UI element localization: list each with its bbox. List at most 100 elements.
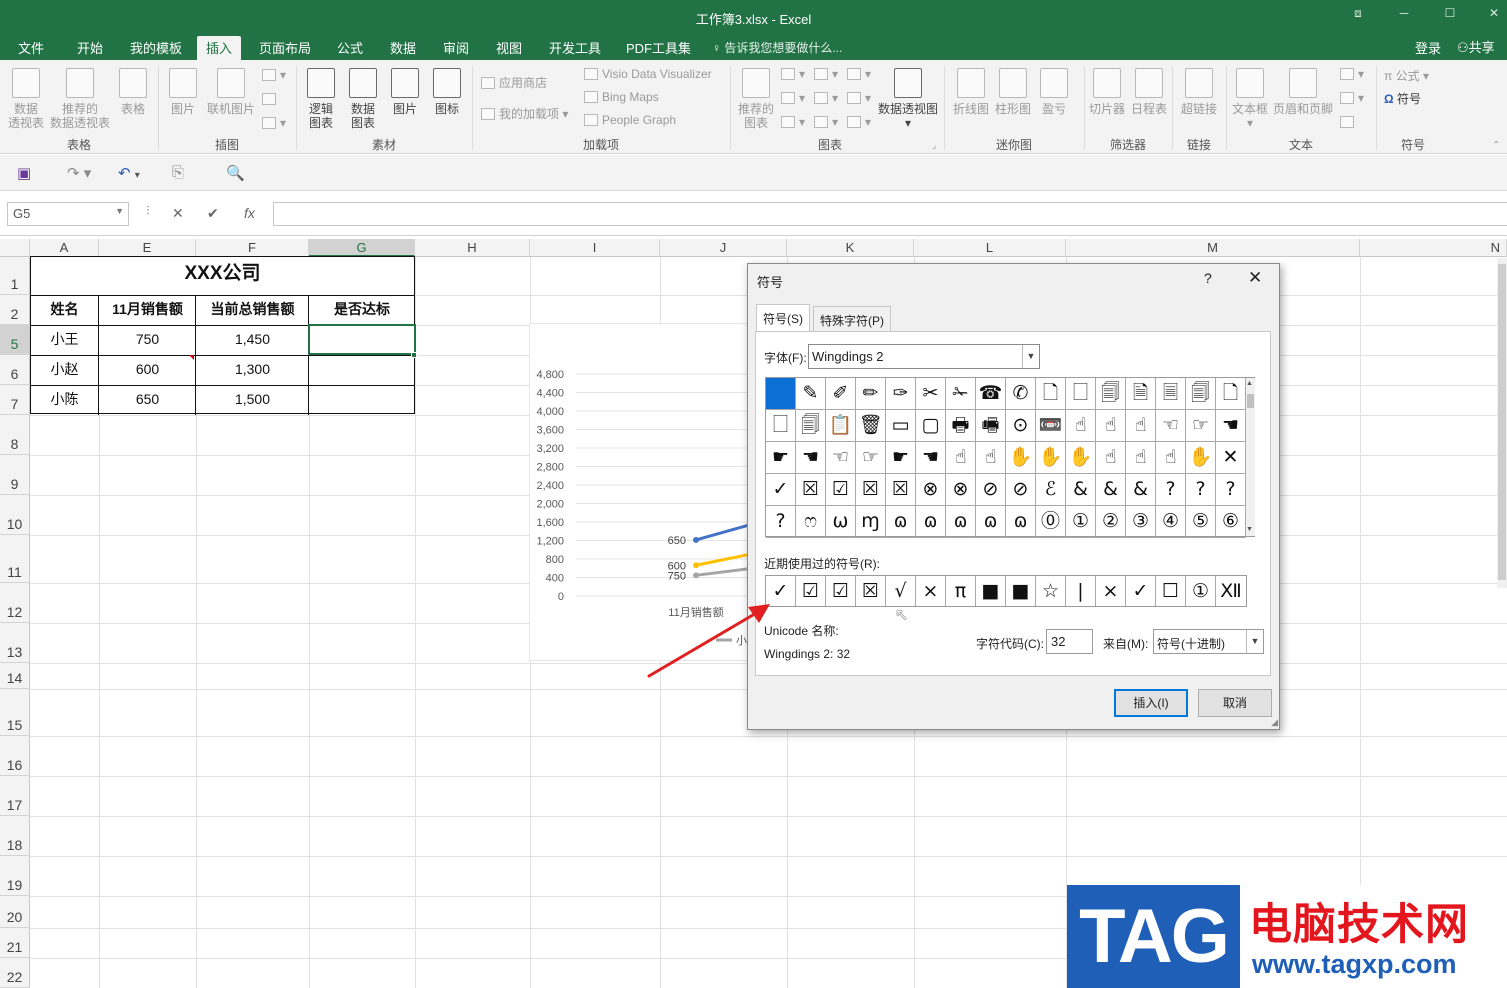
symbol-cell[interactable]: ɷ [916, 506, 946, 538]
table-cell[interactable]: 1,500 [196, 385, 309, 413]
select-all-corner[interactable] [0, 239, 30, 257]
recent-symbol-cell[interactable]: × [1096, 576, 1126, 606]
pivot-chart-button[interactable]: 数据透视图 ▾ [876, 68, 940, 130]
row-header-10[interactable]: 10 [0, 495, 30, 535]
symbol-scrollbar[interactable]: ▲ ▼ [1246, 378, 1255, 536]
undo-icon[interactable]: ↶ ▾ [118, 164, 140, 182]
tell-me-box[interactable]: ♀ 告诉我您想要做什么... [712, 39, 842, 56]
symbol-cell[interactable]: ☑ [826, 474, 856, 506]
sparkline-line-button[interactable]: 折线图 [951, 68, 991, 116]
series-point[interactable] [693, 536, 699, 543]
symbol-cell[interactable]: ✐ [826, 378, 856, 410]
symbol-cell[interactable]: ✎ [796, 378, 826, 410]
symbol-cell[interactable]: ☞ [856, 442, 886, 474]
recent-symbol-cell[interactable]: ☑ [796, 576, 826, 606]
symbol-cell[interactable]: 🗌 [766, 410, 796, 442]
symbol-cell[interactable]: 🗎 [1126, 378, 1156, 410]
dialog-launcher-icon[interactable]: ⌟ [932, 140, 936, 151]
insert-function-icon[interactable]: fx [244, 205, 255, 221]
column-header-e[interactable]: E [99, 239, 196, 257]
tab-pdf-tools[interactable]: PDF工具集 [626, 38, 691, 57]
online-picture-button[interactable]: 联机图片 [204, 68, 258, 116]
symbol-cell[interactable]: ☛ [886, 442, 916, 474]
recent-symbol-cell[interactable]: ☒ [856, 576, 886, 606]
symbol-cell[interactable]: ✆ [1006, 378, 1036, 410]
symbol-cell[interactable]: ෆ [796, 506, 826, 538]
symbol-cell[interactable]: ✋ [1006, 442, 1036, 474]
help-icon[interactable]: ? [1204, 270, 1212, 286]
column-header-n[interactable]: N [1360, 239, 1507, 257]
bing-maps-button[interactable]: Bing Maps [584, 90, 659, 104]
row-header-17[interactable]: 17 [0, 776, 30, 816]
symbol-cell[interactable]: ☝ [1066, 410, 1096, 442]
symbol-cell[interactable]: ? [1216, 474, 1246, 506]
row-header-8[interactable]: 8 [0, 415, 30, 455]
tab-special-characters[interactable]: 特殊字符(P) [813, 306, 891, 331]
symbol-cell[interactable]: ☜ [1156, 410, 1186, 442]
scrollbar-thumb[interactable] [1498, 264, 1506, 580]
timeline-button[interactable]: 日程表 [1129, 68, 1169, 116]
symbol-cell[interactable]: ✓ [766, 474, 796, 506]
confirm-entry-icon[interactable]: ✔ [207, 205, 219, 222]
series-point[interactable] [693, 562, 699, 569]
tab-formulas[interactable]: 公式 [337, 38, 363, 57]
header-target-met[interactable]: 是否达标 [309, 295, 415, 323]
symbol-cell[interactable]: ☝ [1096, 410, 1126, 442]
recommended-pivot-button[interactable]: 推荐的 数据透视表 [48, 68, 112, 130]
table-cell[interactable]: 650 [99, 385, 196, 413]
symbol-cell[interactable]: ⊘ [976, 474, 1006, 506]
tab-data[interactable]: 数据 [390, 38, 416, 57]
pie-chart-icon[interactable]: ▾ [781, 115, 805, 129]
tab-my-templates[interactable]: 我的模板 [130, 38, 182, 57]
pivot-table-button[interactable]: 数据 透视表 [5, 68, 47, 130]
column-header-i[interactable]: I [530, 239, 660, 257]
row-header-21[interactable]: 21 [0, 928, 30, 958]
tab-home[interactable]: 开始 [77, 38, 103, 57]
header-nov-sales[interactable]: 11月销售额 [99, 295, 196, 323]
chevron-down-icon[interactable]: ▼ [115, 206, 124, 216]
row-header-9[interactable]: 9 [0, 455, 30, 495]
symbol-cell[interactable]: 🗏 [1156, 378, 1186, 410]
symbol-cell[interactable]: ② [1096, 506, 1126, 538]
scrollbar-thumb[interactable] [1247, 394, 1254, 408]
symbol-cell[interactable]: ☚ [916, 442, 946, 474]
minimize-icon[interactable]: ─ [1393, 6, 1415, 26]
symbol-cell[interactable]: 🗌 [1066, 378, 1096, 410]
textbox-button[interactable]: 文本框 ▾ [1229, 68, 1271, 130]
symbol-cell[interactable]: ✋ [1036, 442, 1066, 474]
symbol-cell[interactable]: ⊙ [1006, 410, 1036, 442]
row-header-20[interactable]: 20 [0, 896, 30, 928]
table-cell[interactable]: 1,300 [196, 355, 309, 383]
symbol-cell[interactable]: ☝ [976, 442, 1006, 474]
sparkline-column-button[interactable]: 柱形图 [993, 68, 1033, 116]
row-header-1[interactable]: 1 [0, 257, 30, 295]
print-preview-icon[interactable]: 🔍 [226, 164, 245, 182]
row-header-14[interactable]: 14 [0, 663, 30, 689]
recent-symbol-cell[interactable]: × [916, 576, 946, 606]
recent-symbol-cell[interactable]: ☑ [826, 576, 856, 606]
scatter-chart-icon[interactable]: ▾ [814, 115, 838, 129]
recent-symbol-cell[interactable]: ☆ [1036, 576, 1066, 606]
symbol-cell[interactable]: ? [1186, 474, 1216, 506]
symbol-cell[interactable]: ☞ [1186, 410, 1216, 442]
table-cell[interactable]: 1,450 [196, 325, 309, 353]
tab-review[interactable]: 审阅 [443, 38, 469, 57]
symbol-cell[interactable]: ✑ [886, 378, 916, 410]
symbol-cell[interactable]: ⑤ [1186, 506, 1216, 538]
maximize-icon[interactable]: ☐ [1439, 6, 1461, 26]
symbol-cell[interactable]: & [1066, 474, 1096, 506]
symbol-cell[interactable]: ▭ [886, 410, 916, 442]
logic-chart-button[interactable]: 逻辑 图表 [302, 68, 340, 130]
symbol-cell[interactable]: 🗐 [796, 410, 826, 442]
tab-symbols[interactable]: 符号(S) [756, 304, 810, 332]
recommended-charts-button[interactable]: 推荐的 图表 [734, 68, 778, 130]
redo-icon[interactable]: ↷ ▾ [67, 164, 91, 182]
symbol-cell[interactable]: ✏ [856, 378, 886, 410]
symbol-cell[interactable]: ☜ [826, 442, 856, 474]
symbol-cell[interactable]: ✕ [1216, 442, 1246, 474]
symbol-cell[interactable]: 🗋 [1036, 378, 1066, 410]
row-header-12[interactable]: 12 [0, 583, 30, 623]
hierarchy-chart-icon[interactable]: ▾ [814, 67, 838, 81]
statistic-chart-icon[interactable]: ▾ [814, 91, 838, 105]
picture-button[interactable]: 图片 [164, 68, 202, 116]
